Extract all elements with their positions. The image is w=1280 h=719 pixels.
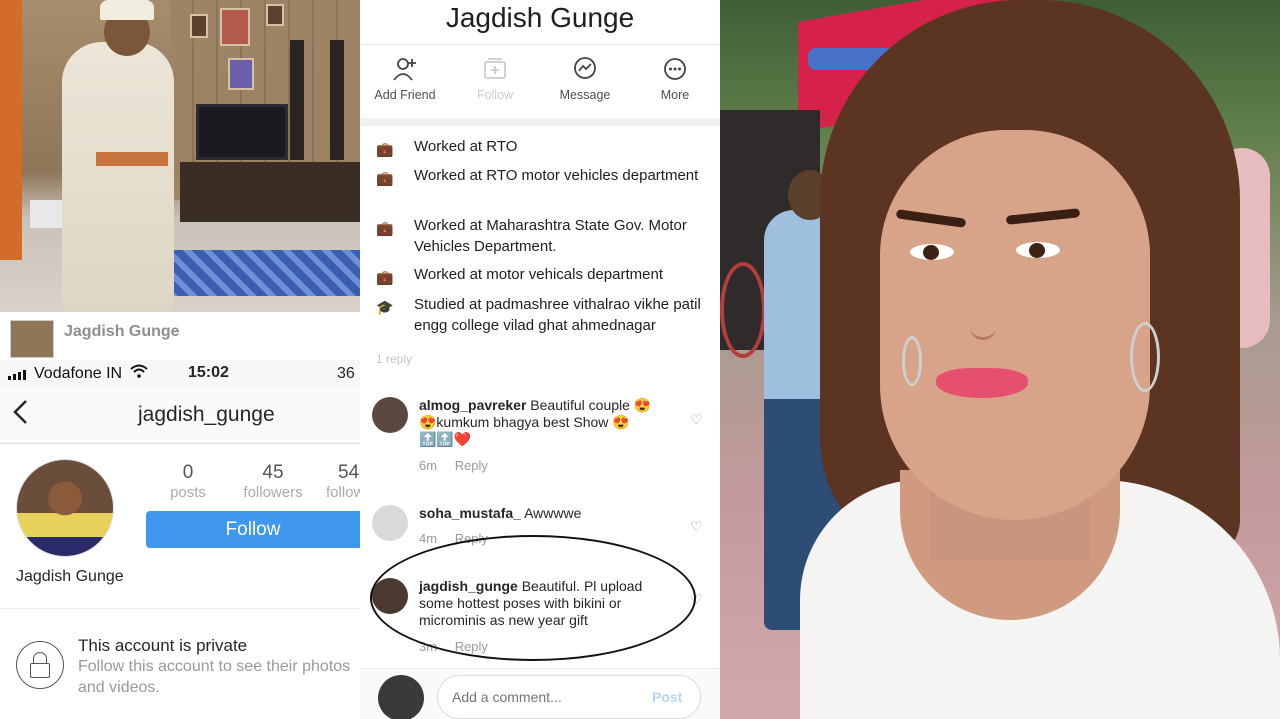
about-item[interactable]: 💼 Worked at RTO motor vehicles departmen… (376, 166, 706, 187)
follow-label: Follow (476, 88, 514, 102)
about-item[interactable]: 💼 Worked at Maharashtra State Gov. Motor… (376, 216, 706, 257)
profile-full-name: Jagdish Gunge (16, 568, 124, 585)
briefcase-icon: 💼 (376, 269, 394, 285)
add-friend-icon (365, 56, 445, 86)
add-friend-button[interactable]: Add Friend (365, 56, 445, 104)
about-item[interactable]: 💼 Worked at motor vehicals department (376, 265, 706, 286)
actress-selfie-photo (720, 0, 1280, 719)
briefcase-icon: 💼 (376, 170, 394, 186)
followers-stat[interactable]: 45 followers (240, 462, 306, 501)
signal-icon (8, 370, 30, 380)
partially-hidden-reply: 1 reply (376, 352, 413, 366)
about-item-text: Worked at Maharashtra State Gov. Motor V… (414, 217, 687, 255)
instagram-panel: Jagdish Gunge Vodafone IN 15:02 36 jagdi… (0, 0, 360, 719)
lock-icon (16, 641, 64, 689)
comment-username[interactable]: soha_mustafa_ (419, 505, 521, 521)
about-item-text: Worked at RTO motor vehicles department (414, 167, 699, 184)
posts-count: 0 (182, 462, 194, 483)
graduation-cap-icon: 🎓 (376, 299, 394, 315)
post-author-avatar[interactable] (10, 320, 54, 358)
followers-label: followers (243, 484, 303, 501)
carrier-label: Vodafone IN (34, 365, 123, 382)
post-comment-button[interactable]: Post (652, 689, 682, 705)
about-item-text: Worked at RTO (414, 138, 518, 155)
messenger-icon (545, 56, 625, 86)
comment-meta: 6m Reply (419, 458, 502, 473)
commenter-avatar[interactable] (372, 397, 408, 433)
follow-button-fb[interactable]: Follow (455, 56, 535, 104)
profile-avatar[interactable] (16, 459, 114, 557)
about-item[interactable]: 🎓 Studied at padmashree vithalrao vikhe … (376, 295, 706, 336)
follow-button[interactable]: Follow (146, 511, 360, 548)
profile-username: jagdish_gunge (138, 403, 275, 426)
about-item-text: Worked at motor vehicals department (414, 266, 664, 283)
more-label: More (660, 88, 690, 102)
following-label: following (326, 484, 360, 501)
about-item[interactable]: 💼 Worked at RTO (376, 137, 706, 158)
battery-percent: 36 (337, 365, 355, 382)
post-author-name[interactable]: Jagdish Gunge (64, 323, 180, 341)
comment-text: Awwwwe (524, 505, 582, 521)
comment-composer: Post (360, 668, 720, 719)
comment-text-block: soha_mustafa_ Awwwwe (419, 505, 659, 522)
officer-photo (0, 0, 360, 312)
wifi-icon (130, 364, 148, 383)
more-button[interactable]: More (635, 56, 715, 104)
following-count: 54 (338, 462, 360, 483)
profile-nav-bar: jagdish_gunge (0, 388, 360, 444)
private-account-subtitle: Follow this account to see their photos … (78, 658, 351, 696)
comment-text-block: almog_pavreker Beautiful couple 😍😍kumkum… (419, 397, 659, 448)
message-button[interactable]: Message (545, 56, 625, 104)
comment-time: 4m (419, 531, 438, 546)
chevron-left-icon[interactable] (12, 398, 28, 434)
briefcase-icon: 💼 (376, 220, 394, 236)
add-friend-label: Add Friend (374, 88, 436, 102)
comment-time: 6m (419, 458, 438, 473)
more-icon (635, 56, 715, 86)
status-time: 15:02 (188, 364, 229, 381)
heart-icon[interactable]: ♡ (690, 518, 703, 535)
message-label: Message (559, 88, 611, 102)
highlight-ellipse (370, 535, 696, 661)
posts-label: posts (170, 484, 206, 501)
posts-stat[interactable]: 0 posts (166, 462, 210, 501)
status-bar: Vodafone IN 15:02 36 (0, 360, 360, 388)
comment-username[interactable]: almog_pavreker (419, 397, 526, 413)
private-account-title: This account is private (78, 636, 248, 655)
briefcase-icon: 💼 (376, 141, 394, 157)
facebook-profile-name: Jagdish Gunge (445, 2, 635, 33)
follow-icon (455, 56, 535, 86)
about-item-text: Studied at padmashree vithalrao vikhe pa… (414, 296, 701, 334)
current-user-avatar (378, 675, 424, 719)
commenter-avatar[interactable] (372, 505, 408, 541)
following-stat[interactable]: 54 following (326, 462, 360, 501)
reply-link[interactable]: Reply (455, 458, 488, 473)
divider (360, 44, 720, 45)
divider (0, 608, 360, 609)
divider (360, 118, 720, 126)
followers-count: 45 (262, 462, 284, 483)
heart-icon[interactable]: ♡ (690, 411, 703, 428)
post-header (0, 312, 360, 360)
